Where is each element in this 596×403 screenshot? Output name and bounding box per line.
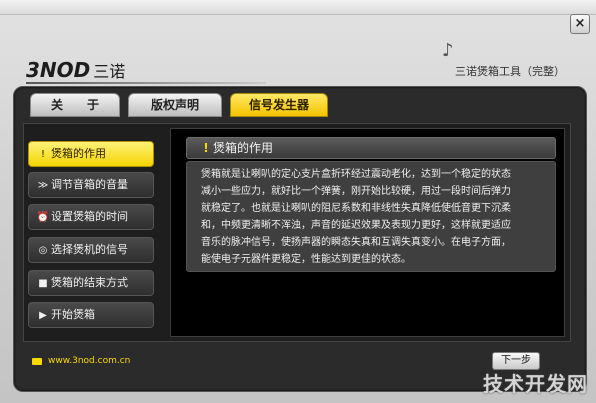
sidebar-item-label: 煲箱的作用 (51, 147, 106, 160)
brand-logo: 3NOD 三诺 (26, 58, 125, 82)
logo-text: 3NOD (26, 58, 91, 82)
app-title: 三诺煲箱工具（完整） (455, 65, 565, 78)
link-icon (32, 357, 42, 365)
sidebar-item-volume[interactable]: ≫ 调节音箱的音量 (28, 172, 154, 198)
close-icon: × (574, 16, 586, 31)
warning-icon: ! (40, 149, 45, 160)
music-notes-icon: ♪ (442, 40, 454, 61)
app-window: × 3NOD 三诺 ♪ 三诺煲箱工具（完整） 关 于 版权声明 信号发生器 ! 煲箱… (0, 0, 596, 403)
body-line: 煲箱就是让喇叭的定心支片盒折环经过震动老化，达到一个稳定的状态 (201, 169, 511, 180)
logo-cn: 三诺 (93, 62, 126, 81)
sidebar-item-label: 选择煲机的信号 (51, 243, 128, 256)
section-body: 煲箱就是让喇叭的定心支片盒折环经过震动老化，达到一个稳定的状态 减小一些应力，就… (186, 161, 556, 272)
body-line: 就稳定了。也就是让喇叭的阻尼系数和非线性失真降低使低音更下沉柔 (201, 203, 511, 214)
tab-about[interactable]: 关 于 (30, 93, 120, 117)
watermark: 技术开发网 (483, 372, 588, 396)
sidebar-item-signal[interactable]: ◎ 选择煲机的信号 (28, 237, 154, 263)
tab-copyright[interactable]: 版权声明 (128, 93, 222, 117)
warning-icon: ! (203, 141, 209, 155)
signal-icon: ◎ (38, 245, 48, 256)
website-link[interactable]: www.3nod.com.cn (32, 356, 130, 367)
body-line: 和，中频更清晰不浑浊，声音的延迟效果及表现力更好，这样就更适应 (201, 220, 511, 231)
section-header: ! 煲箱的作用 (186, 137, 556, 159)
body-line: 减小一些应力，就好比一个弹簧，刚开始比较硬，用过一段时间后弹力 (201, 186, 511, 197)
sidebar-item-label: 开始煲箱 (51, 308, 95, 321)
section-title: 煲箱的作用 (213, 141, 274, 155)
sidebar-item-label: 煲箱的结束方式 (51, 276, 128, 289)
tab-signal-generator[interactable]: 信号发生器 (230, 93, 328, 117)
body-line: 音乐的脉冲信号，使扬声器的瞬态失真和互调失真变小。在电子方面， (201, 237, 511, 248)
play-icon: ▶ (39, 310, 47, 321)
sidebar-item-label: 设置煲箱的时间 (51, 210, 128, 223)
speaker-icon: ≫ (37, 180, 49, 191)
website-url: www.3nod.com.cn (48, 356, 131, 366)
sidebar-item-start[interactable]: ▶ 开始煲箱 (28, 302, 154, 328)
alarm-clock-icon: ⏰ (36, 212, 50, 223)
close-button[interactable]: × (570, 14, 590, 34)
sidebar-item-timer[interactable]: ⏰ 设置煲箱的时间 (28, 204, 154, 230)
stop-icon: ■ (38, 278, 48, 289)
sidebar-item-burn-in-purpose[interactable]: ! 煲箱的作用 (28, 141, 154, 167)
sidebar-item-label: 调节音箱的音量 (51, 178, 128, 191)
logo-underline (26, 82, 266, 84)
title-bar (0, 0, 596, 15)
body-line: 能使电子元器件更稳定，性能达到更佳的状态。 (201, 254, 411, 265)
sidebar-item-end-mode[interactable]: ■ 煲箱的结束方式 (28, 270, 154, 296)
